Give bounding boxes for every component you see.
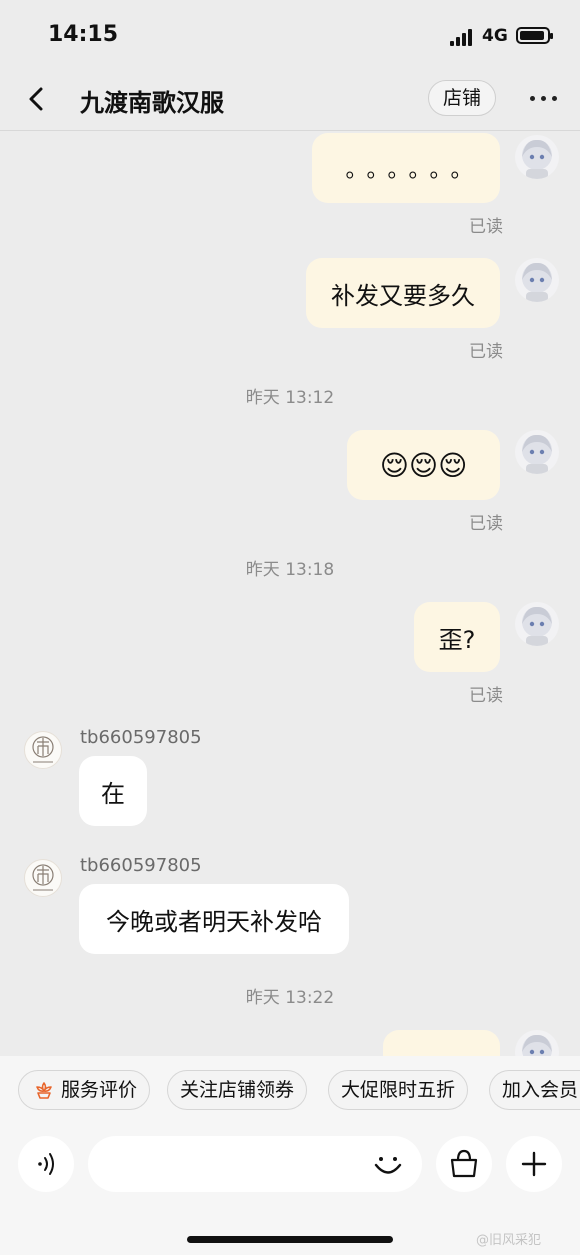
sender-name: tb660597805 <box>80 727 202 748</box>
quick-reply-follow-coupon[interactable]: 关注店铺领券 <box>167 1070 308 1110</box>
chip-label: 大促限时五折 <box>341 1079 456 1101</box>
status-bar: 14:15 4G <box>0 0 580 68</box>
flower-icon <box>36 1082 52 1099</box>
read-status: 已读 <box>469 514 503 534</box>
incoming-message[interactable]: 今晚或者明天补发哈 <box>79 884 349 954</box>
chip-label: 服务评价 <box>61 1079 138 1101</box>
incoming-message[interactable]: 在 <box>79 756 147 826</box>
plus-icon <box>521 1151 547 1177</box>
user-avatar[interactable] <box>515 1030 559 1056</box>
anime-avatar-icon <box>522 606 552 646</box>
signal-icon <box>450 28 476 46</box>
outgoing-message[interactable]: 。。。。。。 <box>312 133 500 203</box>
voice-icon <box>38 1153 54 1175</box>
outgoing-message[interactable]: 歪? <box>414 602 500 672</box>
sender-name: tb660597805 <box>80 855 202 876</box>
anime-avatar-icon <box>522 139 552 179</box>
back-button[interactable] <box>20 82 54 116</box>
user-avatar[interactable] <box>515 430 559 474</box>
shop-avatar[interactable] <box>24 731 62 769</box>
timestamp: 昨天 13:18 <box>245 560 335 580</box>
timestamp: 昨天 13:12 <box>245 388 335 408</box>
network-type: 4G <box>482 26 508 46</box>
watermark: @旧风采犯 <box>476 1233 542 1248</box>
emoji-button[interactable] <box>368 1144 408 1184</box>
anime-avatar-icon <box>522 1034 552 1056</box>
quick-reply-service-rating[interactable]: 服务评价 <box>18 1070 151 1110</box>
shop-logo-icon <box>32 736 54 763</box>
user-avatar[interactable] <box>515 258 559 302</box>
store-button[interactable]: 店铺 <box>428 80 496 116</box>
anime-avatar-icon <box>522 434 552 474</box>
smiley-icon <box>374 1157 402 1174</box>
user-avatar[interactable] <box>515 135 559 179</box>
quick-reply-promo[interactable]: 大促限时五折 <box>328 1070 469 1110</box>
shop-avatar[interactable] <box>24 859 62 897</box>
shop-name-title: 九渡南歌汉服 <box>80 89 224 117</box>
chip-label: 加入会员 <box>502 1079 579 1101</box>
quick-reply-membership[interactable]: 加入会员 <box>489 1070 580 1110</box>
read-status: 已读 <box>469 342 503 362</box>
input-bar: @旧风采犯 <box>0 1128 580 1255</box>
message-input[interactable] <box>88 1136 422 1192</box>
read-status: 已读 <box>469 217 503 237</box>
user-avatar[interactable] <box>515 602 559 646</box>
voice-button[interactable] <box>18 1136 74 1192</box>
chat-header: 九渡南歌汉服 店铺 <box>0 68 580 131</box>
more-button[interactable] <box>524 84 564 112</box>
timestamp: 昨天 13:22 <box>245 988 335 1008</box>
chip-label: 关注店铺领券 <box>180 1079 295 1101</box>
outgoing-message[interactable]: 补发又要多久 <box>306 258 500 328</box>
message-list[interactable]: 。。。。。。 已读 补发又要多久 已读 昨天 13:12 😌😌😌 已读 昨天 1… <box>0 131 580 1056</box>
outgoing-message[interactable]: 😌😌😌 <box>347 430 500 500</box>
shop-bag-button[interactable] <box>436 1136 492 1192</box>
outgoing-message-partial[interactable] <box>383 1030 500 1056</box>
battery-icon <box>516 27 553 44</box>
chevron-left-icon <box>29 87 43 111</box>
shopping-bag-icon <box>450 1149 478 1178</box>
status-time: 14:15 <box>48 22 119 47</box>
read-status: 已读 <box>469 686 503 706</box>
home-indicator <box>187 1236 393 1243</box>
add-button[interactable] <box>506 1136 562 1192</box>
shop-logo-icon <box>32 864 54 891</box>
quick-reply-bar: 服务评价 关注店铺领券 大促限时五折 加入会员 <box>0 1056 580 1128</box>
anime-avatar-icon <box>522 262 552 302</box>
